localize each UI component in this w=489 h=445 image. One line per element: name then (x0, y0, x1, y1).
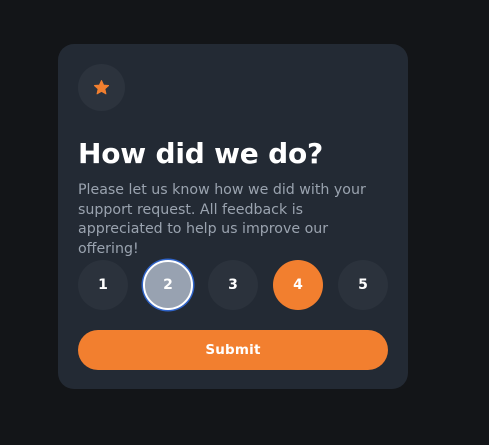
rating-option-1[interactable]: 1 (78, 260, 128, 310)
rating-options: 1 2 3 4 5 (78, 260, 388, 310)
submit-button[interactable]: Submit (78, 330, 388, 370)
rating-card: How did we do? Please let us know how we… (58, 44, 408, 389)
rating-option-4[interactable]: 4 (273, 260, 323, 310)
star-icon-container (78, 64, 125, 111)
rating-option-5[interactable]: 5 (338, 260, 388, 310)
card-description: Please let us know how we did with your … (78, 182, 366, 257)
rating-option-3[interactable]: 3 (208, 260, 258, 310)
rating-option-2[interactable]: 2 (143, 260, 193, 310)
card-title: How did we do? (78, 137, 324, 170)
star-icon (93, 80, 110, 95)
